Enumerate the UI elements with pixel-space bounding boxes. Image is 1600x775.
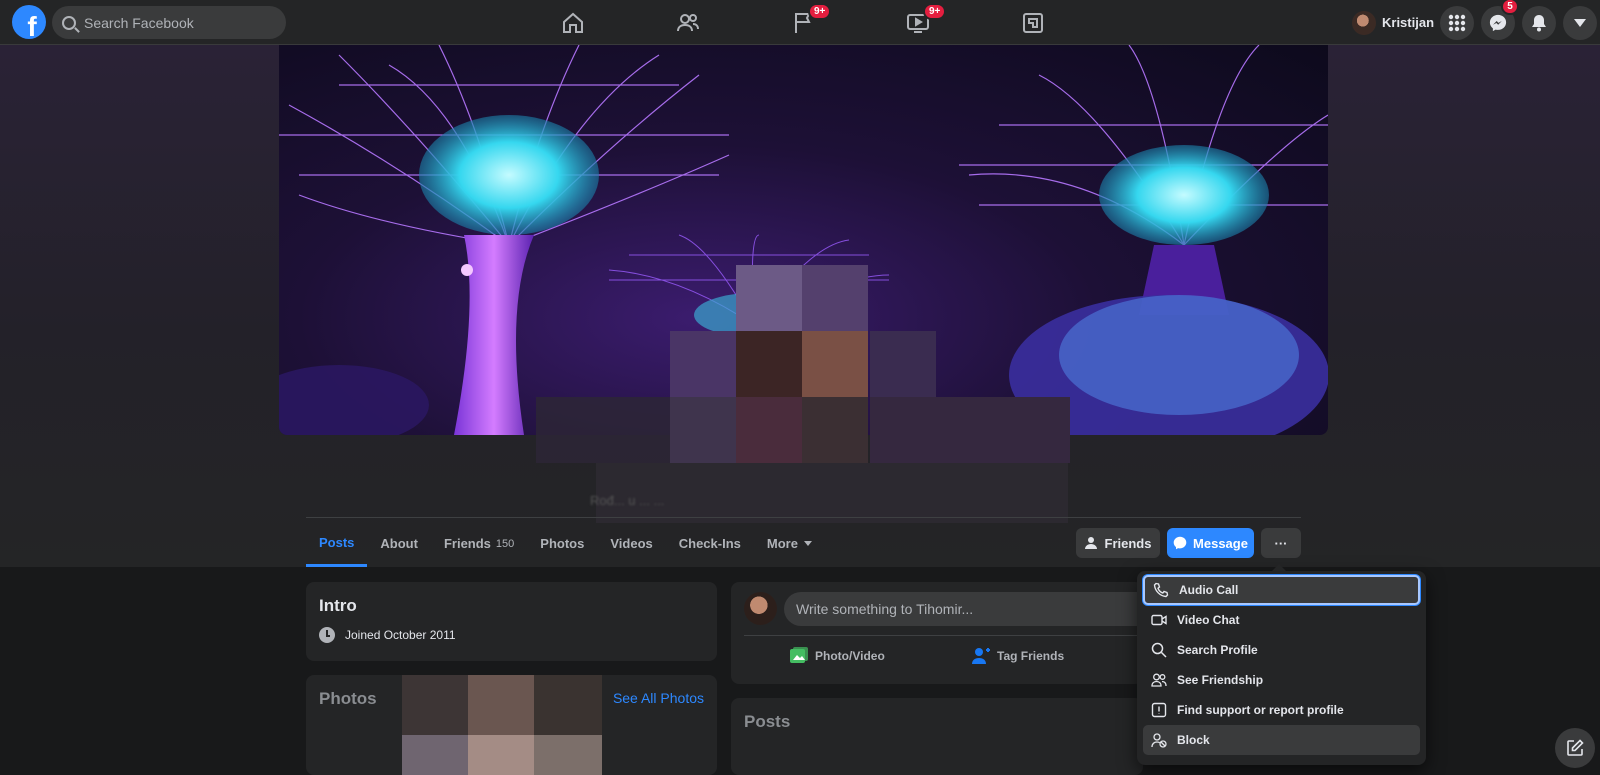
friends-button-label: Friends	[1104, 535, 1152, 551]
user-name: Kristijan	[1382, 15, 1435, 30]
menu-item-see-friendship[interactable]: See Friendship	[1143, 665, 1420, 695]
posts-card: Posts	[731, 698, 1143, 775]
tab-videos[interactable]: Videos	[597, 520, 665, 567]
photo-icon	[790, 647, 808, 663]
report-icon	[1151, 702, 1167, 718]
bell-icon	[1532, 15, 1546, 32]
friend-check-icon	[1084, 537, 1097, 549]
tag-friends-label: Tag Friends	[997, 649, 1065, 663]
tab-posts[interactable]: Posts	[306, 520, 368, 567]
photos-card: Photos See All Photos	[306, 675, 717, 775]
home-icon	[563, 12, 583, 33]
intro-title: Intro	[319, 596, 357, 615]
messenger-button[interactable]: 5	[1481, 0, 1519, 40]
search-box[interactable]	[52, 6, 286, 39]
see-all-photos-link[interactable]: See All Photos	[613, 690, 704, 706]
nav-gaming[interactable]	[977, 0, 1089, 45]
friends-button[interactable]: Friends	[1076, 528, 1160, 558]
profile-tabs: Posts About Friends 150 Photos Videos Ch…	[306, 520, 825, 567]
nav-watch[interactable]: 9+	[862, 0, 974, 45]
tag-friends-button[interactable]: Tag Friends	[971, 646, 1064, 666]
top-navigation-bar: f 9+ 9+ Kristijan 5	[0, 0, 1600, 45]
caret-down-icon	[803, 541, 812, 546]
video-camera-icon	[1151, 614, 1167, 626]
more-actions-menu: Audio Call Video Chat Search Profile See…	[1137, 564, 1426, 765]
tab-checkins[interactable]: Check-Ins	[666, 520, 754, 567]
menu-item-label: Block	[1177, 733, 1210, 747]
profile-shortcut[interactable]: Kristijan	[1348, 6, 1442, 39]
menu-item-label: Search Profile	[1177, 643, 1258, 657]
composer-avatar	[744, 592, 777, 625]
menu-item-label: Find support or report profile	[1177, 703, 1344, 717]
intro-card: Intro Joined October 2011	[306, 582, 717, 661]
photo-video-label: Photo/Video	[815, 649, 885, 663]
new-message-button[interactable]	[1555, 728, 1595, 768]
menu-item-label: See Friendship	[1177, 673, 1264, 687]
tab-about[interactable]: About	[367, 520, 431, 567]
friends-count: 150	[495, 537, 515, 550]
photos-title: Photos	[319, 689, 377, 708]
pages-badge: 9+	[808, 3, 832, 20]
tag-friends-icon	[972, 648, 990, 664]
account-menu-button[interactable]	[1563, 6, 1597, 40]
search-icon	[1151, 642, 1167, 658]
tab-more-label: More	[766, 536, 798, 551]
composer-input[interactable]: Write something to Tihomir...	[784, 592, 1143, 626]
messenger-icon	[1489, 14, 1507, 32]
more-actions-button[interactable]: ···	[1261, 528, 1301, 558]
messenger-icon	[1173, 536, 1187, 550]
tab-photos[interactable]: Photos	[527, 520, 597, 567]
clock-icon	[319, 627, 335, 643]
nav-friends[interactable]	[632, 0, 744, 45]
watch-badge: 9+	[923, 3, 947, 20]
post-composer: Write something to Tihomir... Photo/Vide…	[731, 582, 1143, 684]
censored-photos-pixels	[402, 675, 602, 775]
menu-item-block[interactable]: Block	[1143, 725, 1420, 755]
friends-icon	[677, 13, 699, 31]
notifications-button[interactable]	[1522, 6, 1556, 40]
grid-menu-icon	[1448, 14, 1466, 32]
tab-friends[interactable]: Friends 150	[431, 520, 527, 567]
block-user-icon	[1151, 733, 1167, 748]
user-avatar	[1352, 10, 1376, 35]
nav-pages[interactable]: 9+	[747, 0, 859, 45]
compose-icon	[1567, 739, 1584, 756]
tab-friends-label: Friends	[443, 536, 491, 551]
profile-bio-blurred: Rođ... u ... ...	[590, 493, 665, 508]
photo-video-button[interactable]: Photo/Video	[789, 646, 885, 666]
menu-button[interactable]	[1440, 6, 1474, 40]
caret-down-icon	[1574, 19, 1586, 27]
menu-item-report-profile[interactable]: Find support or report profile	[1143, 695, 1420, 725]
cover-section: Rođ... u ... ...	[0, 45, 1600, 567]
composer-divider	[744, 635, 1143, 636]
people-icon	[1151, 673, 1167, 687]
message-button-label: Message	[1193, 535, 1248, 551]
gaming-icon	[1023, 12, 1043, 33]
menu-item-audio-call[interactable]: Audio Call	[1143, 575, 1420, 605]
tab-more[interactable]: More	[754, 520, 825, 567]
joined-text: Joined October 2011	[345, 628, 456, 642]
profile-divider	[306, 517, 1301, 518]
message-button[interactable]: Message	[1167, 528, 1254, 558]
messenger-badge: 5	[1501, 0, 1519, 15]
posts-title: Posts	[744, 712, 791, 731]
search-icon	[62, 15, 76, 30]
joined-row: Joined October 2011	[319, 627, 456, 643]
facebook-logo-icon[interactable]: f	[12, 5, 46, 39]
more-dots-icon: ···	[1274, 535, 1288, 551]
menu-item-label: Video Chat	[1177, 613, 1240, 627]
nav-home[interactable]	[517, 0, 629, 45]
phone-icon	[1153, 582, 1169, 598]
search-input[interactable]	[84, 14, 274, 31]
menu-item-label: Audio Call	[1179, 583, 1239, 597]
menu-item-video-chat[interactable]: Video Chat	[1143, 605, 1420, 635]
menu-item-search-profile[interactable]: Search Profile	[1143, 635, 1420, 665]
